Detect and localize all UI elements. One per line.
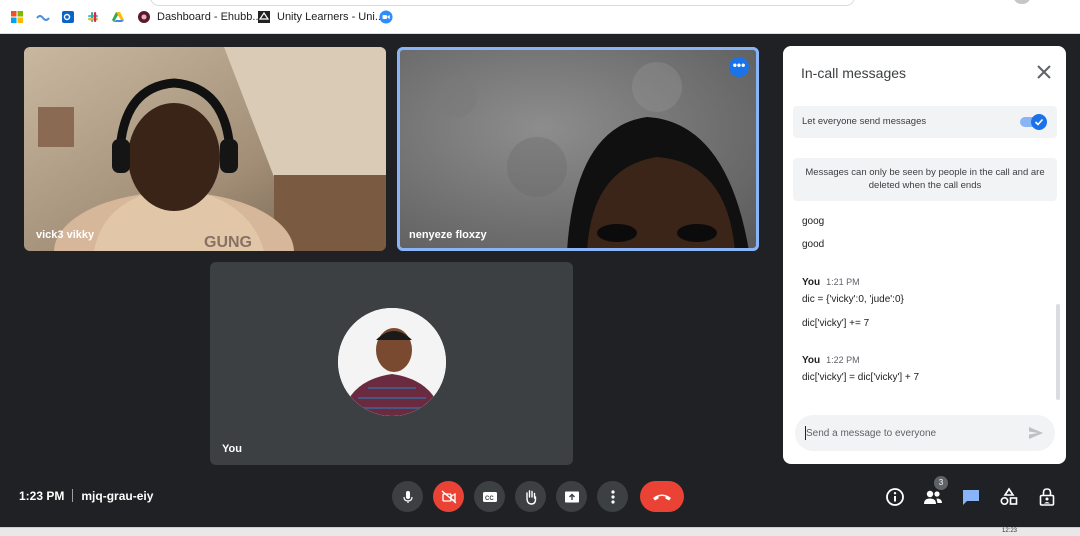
meeting-time: 1:23 PM	[19, 489, 65, 503]
avatar	[338, 308, 446, 416]
microsoft-apps-icon	[11, 11, 23, 23]
svg-text:CC: CC	[485, 496, 494, 502]
bookmark-microsoft[interactable]	[10, 9, 24, 25]
self-tile[interactable]: You	[210, 262, 573, 465]
drive-icon	[112, 12, 124, 22]
participant-video	[397, 47, 759, 251]
activities-icon	[1000, 487, 1018, 506]
message-input[interactable]: Send a message to everyone	[795, 415, 1055, 451]
bookmark-drive[interactable]	[111, 9, 125, 25]
lock-person-icon	[1039, 488, 1055, 506]
chat-icon	[963, 490, 979, 505]
hang-up-icon	[653, 494, 671, 500]
meeting-details-button[interactable]	[884, 486, 906, 508]
message-sender: You	[802, 355, 821, 366]
more-vert-icon	[610, 489, 615, 504]
os-taskbar: 12:23	[0, 527, 1080, 536]
leave-call-button[interactable]	[640, 481, 684, 512]
message-time: 1:22 PM	[826, 355, 860, 365]
activities-button[interactable]	[998, 486, 1020, 508]
chat-button[interactable]	[960, 486, 982, 508]
meeting-details: 1:23 PM mjq-grau-eiy	[19, 489, 153, 503]
privacy-notice: Messages can only be seen by people in t…	[793, 158, 1057, 201]
participants-count-badge: 3	[934, 476, 948, 490]
unity-icon	[258, 11, 270, 23]
more-options-button[interactable]	[597, 481, 628, 512]
send-messages-setting: Let everyone send messages	[793, 106, 1057, 138]
captions-icon: CC	[482, 491, 497, 502]
microphone-button[interactable]	[392, 481, 423, 512]
address-bar-edge[interactable]	[150, 0, 855, 6]
message-input-placeholder: Send a message to everyone	[806, 428, 937, 439]
message-text: dic = {'vicky':0, 'jude':0}	[802, 294, 904, 305]
bookmark-label: Unity Learners - Uni...	[277, 11, 384, 23]
bookmark-outlook[interactable]	[61, 9, 75, 25]
taskbar-clock: 12:23	[1002, 528, 1018, 534]
meeting-code[interactable]: mjq-grau-eiy	[81, 489, 153, 503]
message-sender: You	[802, 277, 821, 288]
svg-text:GUNG: GUNG	[204, 234, 252, 251]
bookmark-unity[interactable]: Unity Learners - Uni...	[257, 9, 384, 25]
bookmark-label: Dashboard - Ehubb...	[157, 11, 262, 23]
people-icon	[924, 490, 942, 504]
present-button[interactable]	[556, 481, 587, 512]
message-text: good	[802, 239, 825, 250]
participant-name: vick3 vikky	[36, 229, 95, 241]
participant-video: GUNG	[24, 47, 386, 251]
toggle-label: Let everyone send messages	[802, 116, 927, 127]
message-text: goog	[802, 216, 825, 227]
outlook-icon	[62, 11, 74, 23]
scrollbar[interactable]	[1056, 304, 1060, 400]
captions-button[interactable]: CC	[474, 481, 505, 512]
bookmark-ehubb[interactable]: Dashboard - Ehubb...	[137, 9, 262, 25]
raise-hand-button[interactable]	[515, 481, 546, 512]
panel-title: In-call messages	[801, 65, 907, 81]
slack-icon	[88, 12, 98, 22]
zoom-icon	[379, 10, 393, 24]
message-header: You 1:21 PM	[802, 277, 860, 288]
bookmarks-bar: Dashboard - Ehubb... Unity Learners - Un…	[0, 0, 1080, 34]
message-header: You 1:22 PM	[802, 355, 860, 366]
allow-messages-toggle[interactable]	[1019, 113, 1049, 131]
message-text: dic['vicky'] = dic['vicky'] + 7	[802, 372, 920, 383]
participant-tile-active[interactable]: ••• nenyeze floxzy	[397, 47, 759, 251]
host-controls-button[interactable]	[1036, 486, 1058, 508]
message-text: dic['vicky'] += 7	[802, 318, 870, 329]
message-time: 1:21 PM	[826, 277, 860, 287]
grid-icon	[36, 15, 50, 21]
ehubb-icon	[138, 11, 150, 23]
send-icon[interactable]	[1027, 424, 1045, 442]
participant-name: You	[222, 443, 242, 455]
bookmark-zoom[interactable]	[379, 9, 393, 25]
more-options-icon[interactable]: •••	[729, 57, 749, 77]
in-call-messages-panel: In-call messages Let everyone send messa…	[783, 46, 1066, 464]
camera-button[interactable]	[433, 481, 464, 512]
raise-hand-icon	[525, 489, 536, 505]
camera-off-icon	[441, 489, 456, 504]
participant-tile[interactable]: GUNG vick3 vikky	[24, 47, 386, 251]
bookmark-grid[interactable]	[36, 9, 50, 25]
participant-name: nenyeze floxzy	[409, 229, 487, 241]
present-screen-icon	[564, 491, 579, 502]
bookmark-slack[interactable]	[86, 9, 100, 25]
microphone-icon	[402, 490, 413, 503]
divider	[72, 489, 74, 502]
close-icon[interactable]	[1034, 62, 1054, 82]
profile-avatar-edge[interactable]	[1014, 0, 1030, 4]
info-icon	[886, 488, 904, 506]
